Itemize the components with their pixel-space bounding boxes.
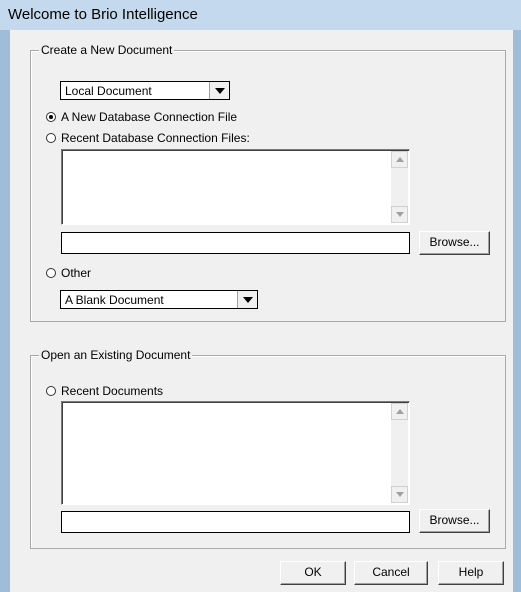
radio-recent-database-label: Recent Database Connection Files: bbox=[61, 131, 250, 145]
scroll-down-button[interactable] bbox=[391, 206, 408, 223]
recent-documents-scrollbar[interactable] bbox=[391, 403, 408, 503]
recent-documents-list[interactable] bbox=[61, 401, 410, 505]
recent-database-scrollbar[interactable] bbox=[391, 151, 408, 223]
radio-selected-dot bbox=[49, 115, 53, 119]
open-document-legend: Open an Existing Document bbox=[39, 348, 193, 362]
document-file-path-input[interactable] bbox=[61, 511, 410, 533]
document-type-select[interactable]: Local Document bbox=[60, 81, 230, 100]
browse-database-button[interactable]: Browse... bbox=[419, 231, 490, 255]
browse-database-label: Browse... bbox=[429, 235, 480, 249]
radio-new-database-label: A New Database Connection File bbox=[61, 110, 238, 124]
radio-new-database-connection[interactable]: A New Database Connection File bbox=[46, 110, 306, 124]
radio-circle bbox=[46, 268, 56, 278]
other-document-select[interactable]: A Blank Document bbox=[60, 290, 258, 309]
radio-recent-documents-label: Recent Documents bbox=[61, 384, 164, 398]
database-file-path-input[interactable] bbox=[61, 232, 410, 254]
scroll-up-button[interactable] bbox=[391, 403, 408, 420]
dialog-window: Welcome to Brio Intelligence Create a Ne… bbox=[0, 0, 521, 592]
chevron-down-icon bbox=[214, 87, 225, 94]
chevron-up-icon bbox=[395, 157, 404, 162]
cancel-label: Cancel bbox=[372, 565, 410, 579]
window-title: Welcome to Brio Intelligence bbox=[8, 6, 198, 23]
chevron-down-icon bbox=[242, 296, 253, 303]
radio-recent-database-files[interactable]: Recent Database Connection Files: bbox=[46, 131, 306, 145]
radio-circle bbox=[46, 386, 56, 396]
radio-circle bbox=[46, 133, 56, 143]
dialog-body: Create a New Document Local Document A N… bbox=[10, 30, 513, 592]
other-document-value: A Blank Document bbox=[65, 293, 164, 307]
browse-document-label: Browse... bbox=[429, 513, 480, 527]
other-document-dropdown-button[interactable] bbox=[237, 291, 257, 308]
chevron-down-icon bbox=[395, 492, 404, 497]
chevron-up-icon bbox=[395, 409, 404, 414]
title-bar[interactable]: Welcome to Brio Intelligence bbox=[0, 0, 521, 30]
scroll-up-button[interactable] bbox=[391, 151, 408, 168]
document-type-value: Local Document bbox=[65, 84, 152, 98]
cancel-button[interactable]: Cancel bbox=[354, 561, 428, 585]
radio-other-label: Other bbox=[61, 266, 92, 280]
browse-document-button[interactable]: Browse... bbox=[419, 509, 490, 533]
radio-other[interactable]: Other bbox=[46, 266, 146, 280]
document-type-dropdown-button[interactable] bbox=[209, 82, 229, 99]
radio-circle bbox=[46, 112, 56, 122]
radio-recent-documents[interactable]: Recent Documents bbox=[46, 384, 246, 398]
chevron-down-icon bbox=[395, 212, 404, 217]
help-label: Help bbox=[458, 565, 484, 579]
help-button[interactable]: Help bbox=[438, 561, 504, 585]
recent-database-files-list[interactable] bbox=[61, 149, 410, 225]
create-document-legend: Create a New Document bbox=[39, 43, 175, 57]
scroll-down-button[interactable] bbox=[391, 486, 408, 503]
ok-button[interactable]: OK bbox=[280, 561, 346, 585]
ok-label: OK bbox=[304, 565, 322, 579]
